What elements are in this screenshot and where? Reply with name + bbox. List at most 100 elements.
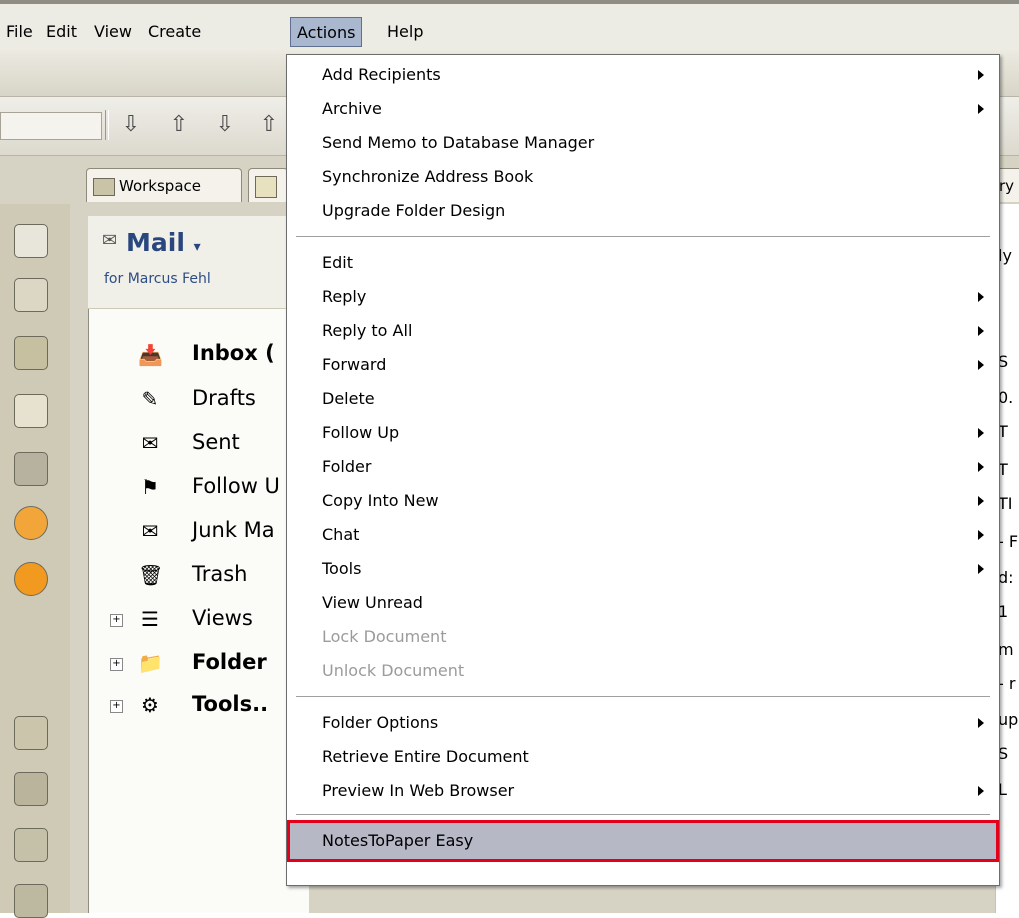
databases-bookmark-icon[interactable] xyxy=(14,772,48,806)
folder-sent[interactable]: Sent xyxy=(192,430,240,454)
menu-item-tools[interactable]: Tools xyxy=(322,554,361,584)
sent-icon: ✉ xyxy=(141,431,159,455)
menu-item-follow-up[interactable]: Follow Up xyxy=(322,418,399,448)
toolbar-separator xyxy=(105,110,109,140)
submenu-arrow-icon xyxy=(978,786,984,796)
contacts-bookmark-icon[interactable] xyxy=(14,336,48,370)
tools-expand-icon[interactable]: + xyxy=(110,700,123,713)
folder-inbox[interactable]: Inbox ( xyxy=(192,341,275,365)
folder-icon: 📁 xyxy=(138,651,163,675)
mail-title-label: Mail xyxy=(126,228,185,257)
folders-expand-icon[interactable]: + xyxy=(110,658,123,671)
menu-item-unlock-document: Unlock Document xyxy=(322,661,465,680)
view-fragment: T xyxy=(998,460,1008,479)
menu-item-chat[interactable]: Chat xyxy=(322,520,359,550)
menu-item-edit[interactable]: Edit xyxy=(322,248,353,278)
view-fragment: S xyxy=(998,744,1009,763)
replicator-bookmark-icon[interactable] xyxy=(14,452,48,486)
menu-item-folder-options[interactable]: Folder Options xyxy=(322,708,438,738)
toolbar-field[interactable] xyxy=(0,112,102,140)
menu-actions[interactable]: Actions xyxy=(290,17,363,47)
view-fragment: m xyxy=(998,640,1014,659)
submenu-arrow-icon xyxy=(978,428,984,438)
menu-item-reply-to-all[interactable]: Reply to All xyxy=(322,316,412,346)
junk-mail-icon: ✉ xyxy=(141,519,159,543)
mail-owner: for Marcus Fehl xyxy=(104,271,211,287)
menu-edit[interactable]: Edit xyxy=(40,17,83,47)
favorites-bookmark-icon[interactable] xyxy=(14,716,48,750)
drafts-icon: ✎ xyxy=(141,387,159,411)
follow-up-icon: ⚑ xyxy=(141,475,159,499)
tab-workspace[interactable]: Workspace xyxy=(86,168,242,202)
view-fragment: L xyxy=(998,780,1007,799)
next-unread-icon[interactable]: ⇩ xyxy=(118,110,144,140)
menu-item-archive[interactable]: Archive xyxy=(322,94,382,124)
menu-help[interactable]: Help xyxy=(381,17,429,47)
menu-divider xyxy=(296,236,990,238)
menu-item-folder[interactable]: Folder xyxy=(322,452,371,482)
calendar-bookmark-icon[interactable] xyxy=(14,278,48,312)
menu-item-notestopaper-easy-label: NotesToPaper Easy xyxy=(322,831,474,850)
view-fragment: TI xyxy=(998,494,1013,513)
menu-item-retrieve-entire-document[interactable]: Retrieve Entire Document xyxy=(322,742,529,772)
views-icon: ☰ xyxy=(141,607,159,631)
sametime-bookmark-icon[interactable] xyxy=(14,506,48,540)
menu-item-add-recipients[interactable]: Add Recipients xyxy=(322,60,441,90)
menu-item-delete[interactable]: Delete xyxy=(322,384,375,414)
menu-divider xyxy=(296,814,990,816)
chevron-down-icon[interactable]: ▾ xyxy=(194,239,201,255)
inbox-icon: 📥 xyxy=(138,343,163,367)
view-fragment: up xyxy=(998,710,1019,729)
next-icon[interactable]: ⇩ xyxy=(212,110,238,140)
previous-icon[interactable]: ⇧ xyxy=(256,110,282,140)
menu-bar: File Edit View Create Actions Help xyxy=(0,0,1019,50)
folder-drafts[interactable]: Drafts xyxy=(192,386,256,410)
menu-item-synchronize-address-book[interactable]: Synchronize Address Book xyxy=(322,162,533,192)
tab-calendar[interactable] xyxy=(248,168,288,202)
more-bookmarks-icon[interactable] xyxy=(14,828,48,862)
menu-item-reply[interactable]: Reply xyxy=(322,282,366,312)
menu-divider xyxy=(296,696,990,698)
tab-partial-label: ry xyxy=(999,177,1015,195)
menu-view[interactable]: View xyxy=(88,17,138,47)
previous-unread-icon[interactable]: ⇧ xyxy=(166,110,192,140)
folder-views[interactable]: Views xyxy=(192,606,253,630)
workspace-icon xyxy=(93,177,115,196)
view-fragment: ly xyxy=(998,246,1012,265)
todo-bookmark-icon[interactable] xyxy=(14,394,48,428)
menu-item-lock-document: Lock Document xyxy=(322,627,447,646)
menu-item-preview-in-web-browser[interactable]: Preview In Web Browser xyxy=(322,776,514,806)
submenu-arrow-icon xyxy=(978,326,984,336)
view-fragment: 1 xyxy=(998,602,1009,621)
envelope-icon: ✉ xyxy=(102,230,118,251)
folder-folders[interactable]: Folder xyxy=(192,650,267,674)
activities-bookmark-icon[interactable] xyxy=(14,562,48,596)
tools-icon: ⚙ xyxy=(141,693,159,717)
submenu-arrow-icon xyxy=(978,530,984,540)
submenu-arrow-icon xyxy=(978,564,984,574)
menu-item-copy-into-new[interactable]: Copy Into New xyxy=(322,486,439,516)
menu-item-forward[interactable]: Forward xyxy=(322,350,386,380)
menu-item-send-memo[interactable]: Send Memo to Database Manager xyxy=(322,128,594,158)
mail-title[interactable]: Mail ▾ xyxy=(126,228,201,257)
menu-file[interactable]: File xyxy=(0,17,39,47)
tab-workspace-label: Workspace xyxy=(119,177,201,195)
trash-icon: 🗑 xyxy=(138,563,164,587)
menu-create[interactable]: Create xyxy=(142,17,207,47)
folder-tools[interactable]: Tools.. xyxy=(192,692,268,716)
calendar-icon xyxy=(255,175,277,198)
views-expand-icon[interactable]: + xyxy=(110,614,123,627)
folder-junk-mail[interactable]: Junk Ma xyxy=(192,518,275,542)
menu-item-view-unread[interactable]: View Unread xyxy=(322,588,423,618)
view-fragment: - F xyxy=(998,532,1019,551)
folder-trash[interactable]: Trash xyxy=(192,562,248,586)
view-fragment: 0. xyxy=(998,388,1014,407)
submenu-arrow-icon xyxy=(978,360,984,370)
mail-bookmark-icon[interactable] xyxy=(14,224,48,258)
submenu-arrow-icon xyxy=(978,462,984,472)
view-fragment: d: xyxy=(998,568,1014,587)
submenu-arrow-icon xyxy=(978,292,984,302)
folder-follow-up[interactable]: Follow U xyxy=(192,474,280,498)
menu-item-upgrade-folder-design[interactable]: Upgrade Folder Design xyxy=(322,196,505,226)
submenu-arrow-icon xyxy=(978,70,984,80)
